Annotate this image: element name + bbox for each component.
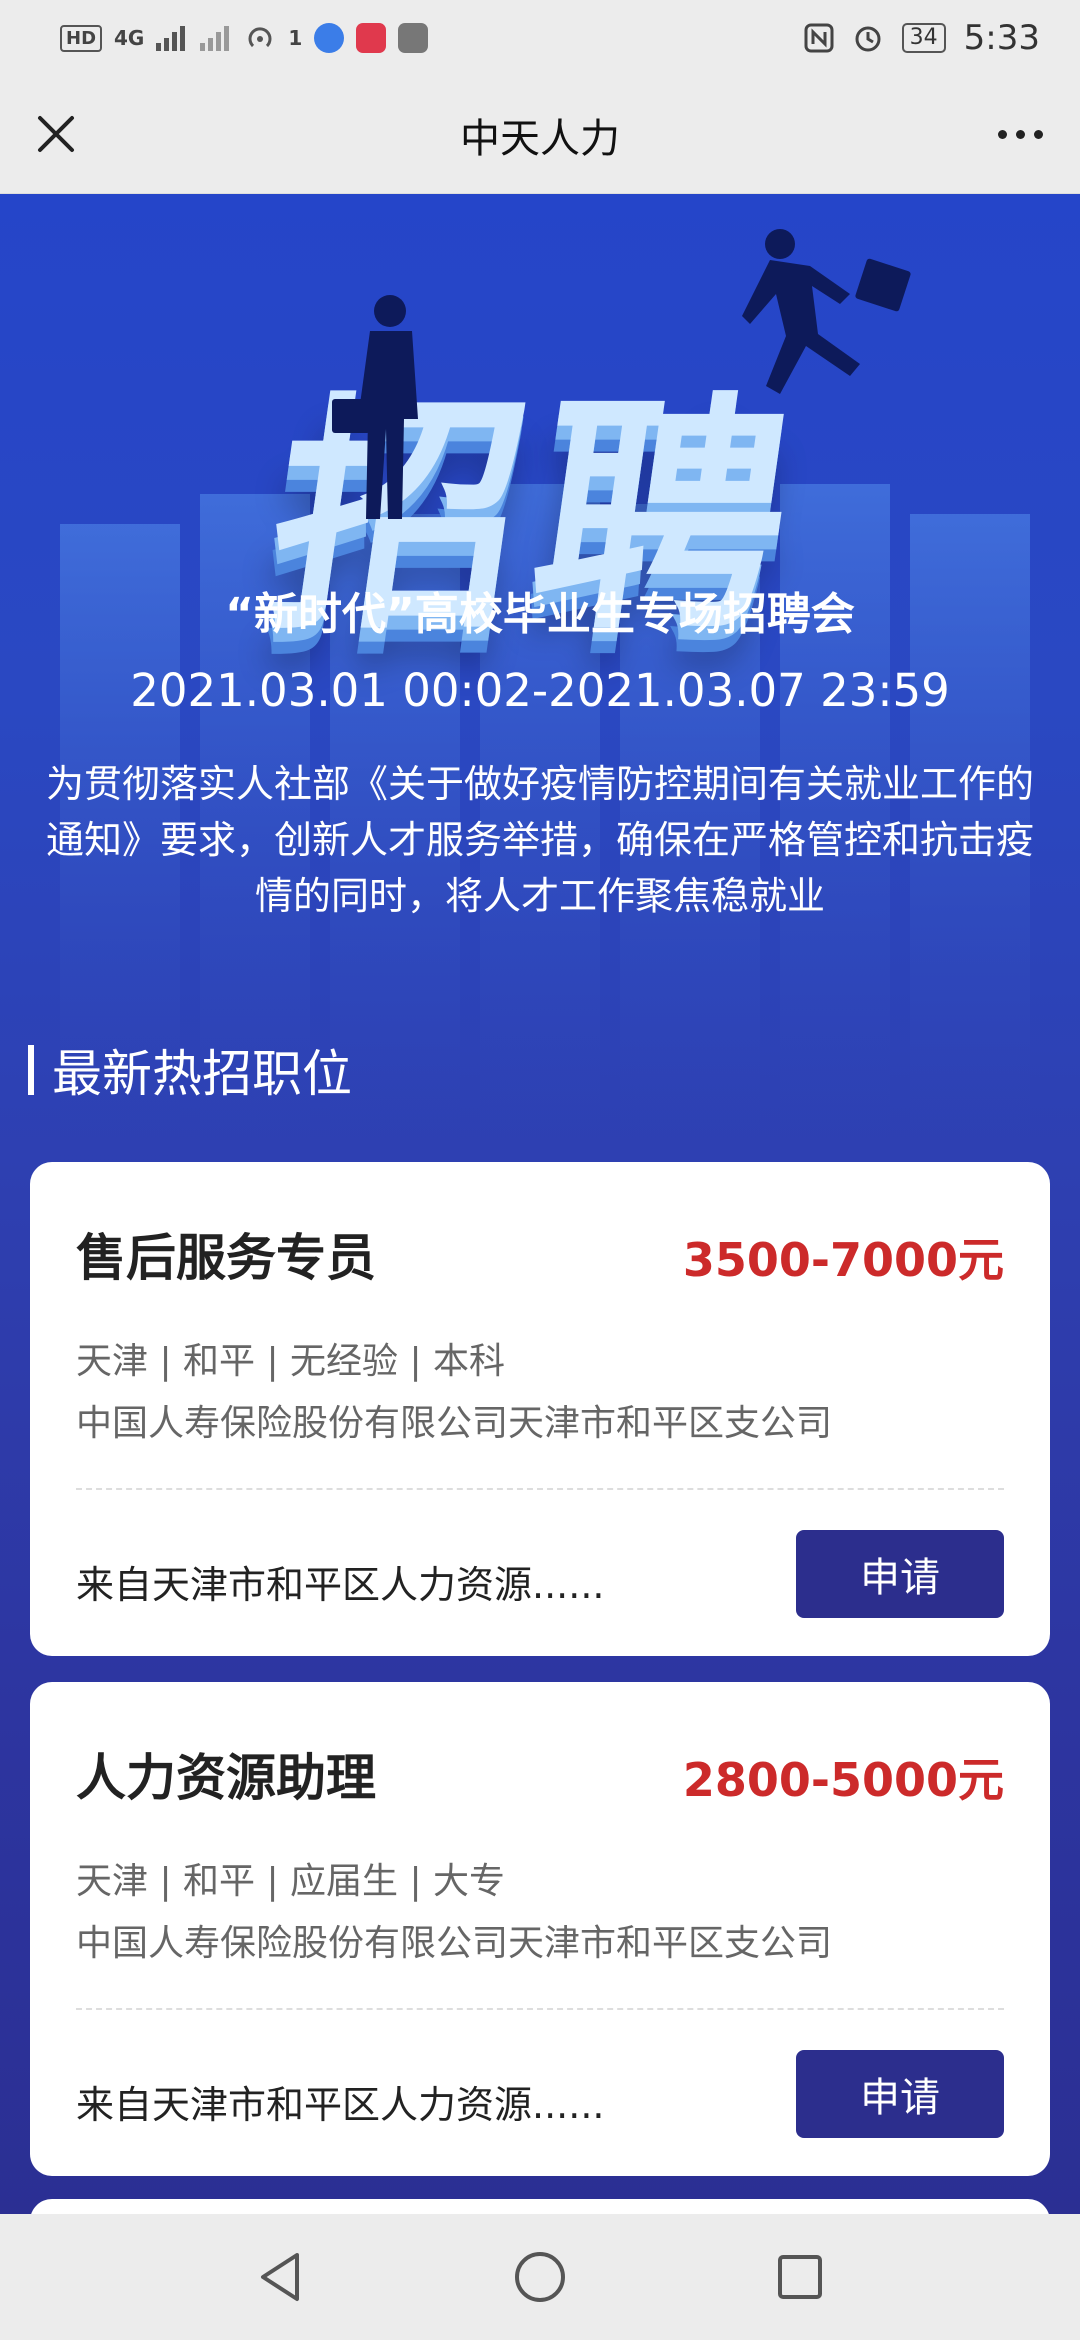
music-app-icon bbox=[314, 23, 345, 53]
huawei-app-icon bbox=[398, 23, 429, 53]
apply-button[interactable]: 申请 bbox=[796, 2050, 1004, 2138]
nfc-icon bbox=[804, 23, 834, 53]
page-title: 中天人力 bbox=[460, 115, 620, 162]
hotspot-count: 1 bbox=[288, 26, 303, 50]
section-title: 最新热招职位 bbox=[52, 1045, 352, 1103]
job-card-partial[interactable] bbox=[30, 2199, 1050, 2214]
businessman-standing-figure bbox=[332, 295, 418, 519]
card-divider bbox=[76, 2008, 1004, 2010]
recents-button[interactable] bbox=[770, 2247, 830, 2307]
close-icon bbox=[38, 116, 74, 152]
back-icon bbox=[261, 2253, 299, 2301]
job-title: 售后服务专员 bbox=[76, 1229, 376, 1287]
system-nav-bar bbox=[0, 2214, 1080, 2340]
close-button[interactable] bbox=[28, 106, 84, 162]
battery-icon: 34 bbox=[901, 23, 946, 53]
alarm-icon bbox=[855, 26, 881, 52]
job-company: 中国人寿保险股份有限公司天津市和平区支公司 bbox=[76, 1403, 833, 1444]
signal-icon bbox=[156, 26, 186, 51]
shopping-app-icon bbox=[356, 23, 387, 53]
job-company: 中国人寿保险股份有限公司天津市和平区支公司 bbox=[76, 1923, 833, 1964]
event-name: “新时代”高校毕业生专场招聘会 bbox=[225, 589, 855, 640]
section-accent-bar bbox=[28, 1045, 34, 1095]
apply-button[interactable]: 申请 bbox=[796, 1530, 1004, 1618]
job-title: 人力资源助理 bbox=[76, 1749, 376, 1807]
more-icon bbox=[997, 129, 1007, 139]
event-description: 为贯彻落实人社部《关于做好疫情防控期间有关就业工作的通知》要求，创新人才服务举措… bbox=[45, 762, 1034, 918]
businessman-running-figure bbox=[742, 229, 911, 394]
status-bar: HD 4G 1 34 5:33 bbox=[0, 0, 1080, 76]
job-tags: 天津 | 和平 | 应届生 | 大专 bbox=[76, 1861, 506, 1902]
job-salary: 3500-7000元 bbox=[682, 1233, 1004, 1287]
job-salary: 2800-5000元 bbox=[682, 1753, 1004, 1807]
hd-icon: HD bbox=[60, 24, 103, 52]
page-content[interactable]: 招聘 “新时代”高校毕业生专场招聘会 2021.03.01 00:02-2021… bbox=[0, 194, 1080, 2214]
back-button[interactable] bbox=[250, 2247, 310, 2307]
title-bar: 中天人力 bbox=[0, 76, 1080, 194]
status-time: 5:33 bbox=[963, 18, 1040, 58]
job-card[interactable]: 人力资源助理 2800-5000元 天津 | 和平 | 应届生 | 大专 中国人… bbox=[30, 1682, 1050, 2176]
home-icon bbox=[515, 2252, 565, 2302]
job-source: 来自天津市和平区人力资源...... bbox=[76, 1563, 605, 1607]
status-right: 34 5:33 bbox=[804, 18, 1040, 58]
network-type-label: 4G bbox=[114, 26, 145, 50]
job-tags: 天津 | 和平 | 无经验 | 本科 bbox=[76, 1341, 506, 1382]
section-header: 最新热招职位 bbox=[28, 1034, 352, 1106]
recents-icon bbox=[778, 2255, 822, 2299]
hotspot-icon bbox=[248, 27, 272, 48]
job-card[interactable]: 售后服务专员 3500-7000元 天津 | 和平 | 无经验 | 本科 中国人… bbox=[30, 1162, 1050, 1656]
card-divider bbox=[76, 1488, 1004, 1490]
job-source: 来自天津市和平区人力资源...... bbox=[76, 2083, 605, 2127]
event-time: 2021.03.01 00:02-2021.03.07 23:59 bbox=[130, 664, 950, 717]
more-button[interactable] bbox=[988, 106, 1052, 162]
signal-weak-icon bbox=[200, 26, 230, 51]
home-button[interactable] bbox=[510, 2247, 570, 2307]
status-left: HD 4G 1 bbox=[60, 23, 429, 53]
